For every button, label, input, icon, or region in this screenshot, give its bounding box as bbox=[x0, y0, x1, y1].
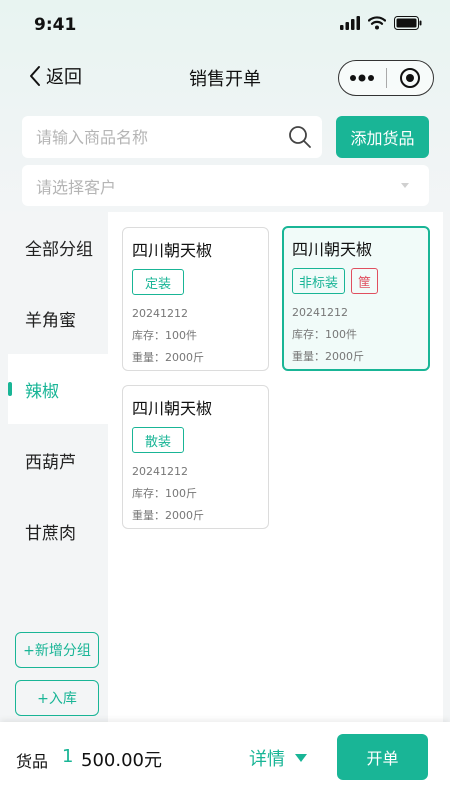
wifi-icon bbox=[368, 16, 386, 30]
more-button[interactable] bbox=[339, 61, 386, 95]
goods-count: 1 bbox=[62, 746, 74, 767]
category-label: 西葫芦 bbox=[25, 452, 76, 473]
product-grid: 四川朝天椒 定装 20241212 库存：100件 重量：2000斤 四川朝天椒… bbox=[108, 212, 443, 722]
search-icon[interactable] bbox=[288, 125, 312, 149]
basket-tag: 筐 bbox=[351, 268, 379, 294]
category-item-all[interactable]: 全部分组 bbox=[8, 212, 108, 282]
close-program-button[interactable] bbox=[387, 61, 434, 95]
dropdown-caret-icon bbox=[401, 183, 409, 188]
product-tags: 散装 bbox=[132, 427, 268, 453]
category-item-pepper[interactable]: 辣椒 bbox=[8, 354, 108, 424]
category-label: 甘蔗肉 bbox=[25, 523, 76, 544]
stock-in-button[interactable]: +入库 bbox=[15, 680, 99, 716]
category-item-yangjiaomi[interactable]: 羊角蜜 bbox=[8, 283, 108, 353]
status-time: 9:41 bbox=[34, 15, 77, 35]
product-name: 四川朝天椒 bbox=[132, 399, 213, 418]
product-stock: 库存：100斤 bbox=[132, 487, 197, 500]
active-indicator bbox=[8, 382, 12, 396]
product-date: 20241212 bbox=[292, 306, 348, 319]
product-date: 20241212 bbox=[132, 465, 188, 478]
product-stock: 库存：100件 bbox=[292, 328, 357, 341]
category-item-sugarcane[interactable]: 甘蔗肉 bbox=[8, 496, 108, 566]
product-weight: 重量：2000斤 bbox=[292, 350, 364, 363]
sales-order-screen: 9:41 返回 销售开单 请输入商品名称 添加货品 请选择客户 全部分组 羊角蜜… bbox=[0, 0, 450, 800]
category-label: 辣椒 bbox=[25, 381, 59, 402]
detail-button[interactable]: 详情 bbox=[249, 745, 307, 771]
status-bar: 9:41 bbox=[0, 0, 450, 50]
product-weight: 重量：2000斤 bbox=[132, 509, 204, 522]
detail-label: 详情 bbox=[249, 749, 285, 770]
target-close-icon bbox=[399, 68, 420, 88]
product-meta: 20241212 库存：100件 重量：2000斤 bbox=[292, 302, 428, 368]
product-card-selected[interactable]: 四川朝天椒 非标装 筐 20241212 库存：100件 重量：2000斤 bbox=[282, 226, 430, 371]
product-card[interactable]: 四川朝天椒 散装 20241212 库存：100斤 重量：2000斤 bbox=[122, 385, 269, 529]
package-tag: 定装 bbox=[132, 269, 185, 295]
checkout-bar: 货品 1 500.00元 详情 开单 bbox=[0, 722, 450, 800]
category-label: 羊角蜜 bbox=[25, 310, 76, 331]
signal-icon bbox=[340, 16, 360, 30]
more-dots-icon bbox=[350, 74, 375, 82]
product-date: 20241212 bbox=[132, 307, 188, 320]
add-goods-button[interactable]: 添加货品 bbox=[336, 116, 429, 158]
customer-placeholder: 请选择客户 bbox=[36, 177, 117, 197]
product-search-input[interactable] bbox=[36, 127, 276, 147]
package-tag: 非标装 bbox=[292, 268, 346, 294]
package-tag: 散装 bbox=[132, 427, 185, 453]
product-card[interactable]: 四川朝天椒 定装 20241212 库存：100件 重量：2000斤 bbox=[122, 227, 269, 371]
category-label: 全部分组 bbox=[25, 239, 93, 260]
mini-program-capsule bbox=[338, 60, 434, 96]
product-meta: 20241212 库存：100斤 重量：2000斤 bbox=[132, 461, 268, 527]
status-icons bbox=[340, 16, 422, 30]
category-item-zucchini[interactable]: 西葫芦 bbox=[8, 425, 108, 495]
product-name: 四川朝天椒 bbox=[132, 241, 213, 260]
product-tags: 定装 bbox=[132, 269, 268, 295]
product-tags: 非标装 筐 bbox=[292, 268, 428, 294]
category-sidebar: 全部分组 羊角蜜 辣椒 西葫芦 甘蔗肉 +新增分组 +入库 bbox=[8, 212, 108, 722]
product-weight: 重量：2000斤 bbox=[132, 351, 204, 364]
total-amount: 500.00元 bbox=[81, 750, 162, 771]
create-order-button[interactable]: 开单 bbox=[337, 734, 428, 780]
goods-label: 货品 bbox=[16, 752, 49, 771]
add-group-button[interactable]: +新增分组 bbox=[15, 632, 99, 668]
nav-bar: 返回 销售开单 bbox=[0, 55, 450, 101]
product-stock: 库存：100件 bbox=[132, 329, 197, 342]
product-name: 四川朝天椒 bbox=[292, 240, 373, 259]
battery-icon bbox=[394, 16, 422, 30]
customer-select[interactable]: 请选择客户 bbox=[22, 165, 429, 206]
triangle-down-icon bbox=[295, 754, 307, 762]
search-box bbox=[22, 116, 322, 158]
product-meta: 20241212 库存：100件 重量：2000斤 bbox=[132, 303, 268, 369]
